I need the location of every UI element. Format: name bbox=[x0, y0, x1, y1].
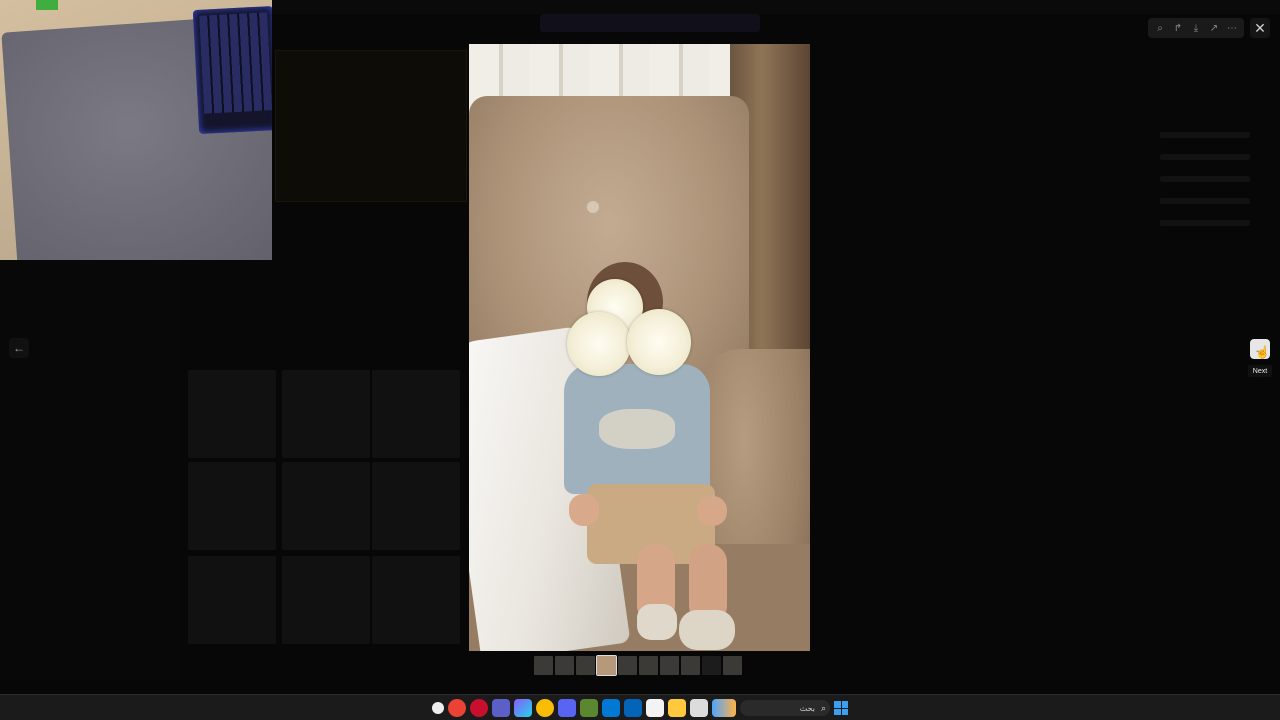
thumbnail-active[interactable] bbox=[596, 655, 617, 676]
background-media-tile bbox=[188, 556, 276, 644]
viewer-toolbar-group: ⌕ ↱ ⤓ ↗ ⋯ bbox=[1148, 18, 1244, 38]
photo-baby-sock bbox=[637, 604, 677, 640]
background-media-tile bbox=[282, 370, 370, 458]
taskbar-search-label: بحث bbox=[799, 703, 815, 713]
outlook-icon[interactable] bbox=[624, 699, 642, 717]
background-row bbox=[1160, 132, 1250, 138]
photo-flower-sticker bbox=[567, 312, 631, 376]
background-chat-preview bbox=[275, 50, 467, 202]
weather-icon[interactable] bbox=[712, 699, 736, 717]
thumbnail[interactable] bbox=[639, 656, 658, 675]
taskbar-search[interactable]: بحث ⌕ bbox=[740, 700, 830, 716]
thumbnail-strip bbox=[534, 655, 742, 676]
background-media-tile bbox=[372, 370, 460, 458]
photo-flower-sticker bbox=[627, 309, 691, 375]
thumbnail[interactable] bbox=[681, 656, 700, 675]
start-icon[interactable] bbox=[432, 702, 444, 714]
background-media-tile bbox=[282, 462, 370, 550]
taskbar: بحث ⌕ bbox=[0, 694, 1280, 720]
webcam-green-object bbox=[36, 0, 58, 10]
more-icon[interactable]: ⋯ bbox=[1224, 20, 1240, 36]
zoom-icon[interactable]: ⌕ bbox=[1152, 20, 1168, 36]
open-external-icon[interactable]: ↗ bbox=[1206, 20, 1222, 36]
thumbnail[interactable] bbox=[576, 656, 595, 675]
thumbnail[interactable] bbox=[534, 656, 553, 675]
background-media-tile bbox=[188, 462, 276, 550]
photo-baby-hand bbox=[569, 494, 599, 526]
background-media-tile bbox=[372, 556, 460, 644]
teams-icon[interactable] bbox=[492, 699, 510, 717]
photo-shirt-print bbox=[599, 409, 675, 449]
webcam-overlay bbox=[0, 0, 272, 260]
viewer-toolbar: ⌕ ↱ ⤓ ↗ ⋯ ✕ bbox=[1148, 18, 1270, 38]
arrow-left-icon: ← bbox=[13, 341, 25, 355]
webcam-keyboard bbox=[192, 5, 272, 135]
background-media-tile bbox=[282, 556, 370, 644]
minecraft-icon[interactable] bbox=[580, 699, 598, 717]
background-search bbox=[540, 14, 760, 32]
search-icon: ⌕ bbox=[820, 702, 826, 713]
photo-baby-shirt bbox=[564, 364, 710, 494]
download-icon[interactable]: ⤓ bbox=[1188, 20, 1204, 36]
thumbnail[interactable] bbox=[723, 656, 742, 675]
background-row bbox=[1160, 176, 1250, 182]
thumbnail[interactable] bbox=[555, 656, 574, 675]
previous-button[interactable]: ← bbox=[9, 338, 29, 358]
webcam-keyboard-keys bbox=[199, 12, 272, 114]
store-icon[interactable] bbox=[646, 699, 664, 717]
thumbnail[interactable] bbox=[702, 656, 721, 675]
discord-icon[interactable] bbox=[558, 699, 576, 717]
files-icon[interactable] bbox=[668, 699, 686, 717]
copilot-icon[interactable] bbox=[514, 699, 532, 717]
photo-baby-hand bbox=[697, 496, 727, 526]
photo-chair-button bbox=[587, 201, 599, 213]
screen: ⌕ ↱ ⤓ ↗ ⋯ ✕ ← → ☝ Next بحث ⌕ bbox=[0, 0, 1280, 720]
photo-baby-sock bbox=[679, 610, 735, 650]
next-tooltip: Next bbox=[1248, 365, 1272, 377]
background-row bbox=[1160, 154, 1250, 160]
thumbnail[interactable] bbox=[618, 656, 637, 675]
background-media-tile bbox=[188, 370, 276, 458]
taskbar-items: بحث ⌕ bbox=[432, 699, 848, 717]
background-row bbox=[1160, 220, 1250, 226]
chrome-icon[interactable] bbox=[448, 699, 466, 717]
background-row bbox=[1160, 198, 1250, 204]
background-media-tile bbox=[372, 462, 460, 550]
thumbnail[interactable] bbox=[660, 656, 679, 675]
background-right-panel bbox=[1140, 40, 1260, 640]
background-sidebar bbox=[0, 260, 180, 680]
share-icon[interactable]: ↱ bbox=[1170, 20, 1186, 36]
mail-icon[interactable] bbox=[602, 699, 620, 717]
opera-icon[interactable] bbox=[470, 699, 488, 717]
photo-viewer-image bbox=[469, 44, 810, 651]
windows-icon[interactable] bbox=[834, 701, 848, 715]
chrome-icon[interactable] bbox=[536, 699, 554, 717]
notepad-icon[interactable] bbox=[690, 699, 708, 717]
mouse-cursor-icon: ☝ bbox=[1255, 345, 1270, 359]
close-icon[interactable]: ✕ bbox=[1250, 18, 1270, 38]
